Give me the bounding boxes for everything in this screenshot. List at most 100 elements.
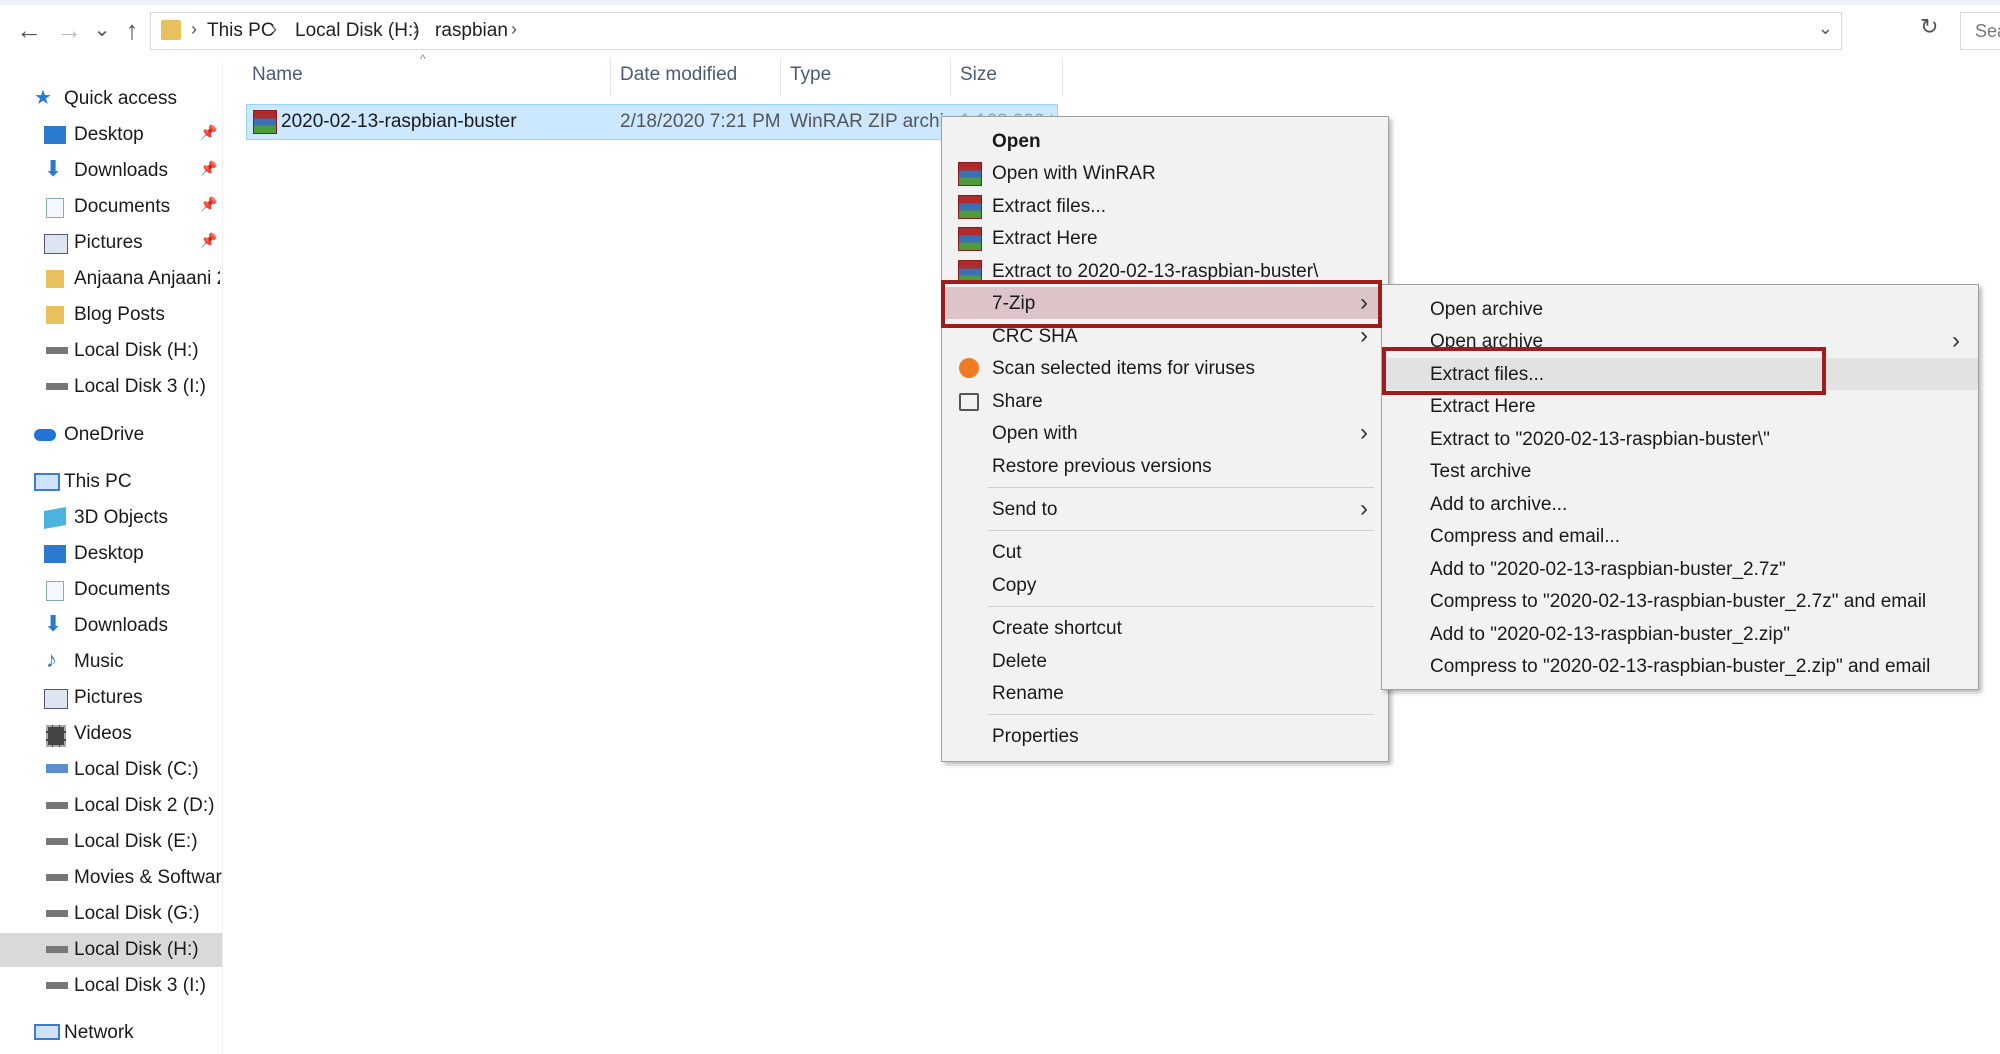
submenu-item-test-archive[interactable]: Test archive [1382,455,1978,487]
sidebar-item-blog-posts[interactable]: Blog Posts [0,298,222,332]
forward-button[interactable]: → [54,14,84,46]
chevron-right-icon: › [413,19,419,39]
submenu-item-open-archive[interactable]: Open archive [1382,293,1978,325]
breadcrumb-raspbian[interactable]: raspbian [435,20,508,42]
menu-item-copy[interactable]: Copy [942,569,1388,601]
column-header-date[interactable]: Date modified [612,56,780,96]
menu-item-open-with-winrar[interactable]: Open with WinRAR [942,157,1388,189]
menu-item-scan-viruses[interactable]: Scan selected items for viruses [942,352,1388,384]
pin-icon[interactable]: 📌 [200,196,217,213]
drive-icon [46,946,68,953]
column-divider[interactable] [780,58,781,96]
music-note-icon: ♪ [46,647,57,672]
file-name: 2020-02-13-raspbian-buster [281,111,517,132]
download-arrow-icon: ⬇ [44,156,63,181]
sidebar-item-local-disk-3-quick[interactable]: Local Disk 3 (I:) [0,370,222,404]
menu-separator [988,714,1374,715]
menu-item-rename[interactable]: Rename [942,677,1388,709]
submenu-item-extract-to[interactable]: Extract to "2020-02-13-raspbian-buster\" [1382,423,1978,455]
sidebar-item-label: Anjaana Anjaani 20 [74,268,220,289]
column-divider[interactable] [1062,58,1063,96]
column-divider[interactable] [950,58,951,96]
up-button[interactable]: ↑ [118,14,146,46]
menu-item-open-with[interactable]: Open with › [942,417,1388,449]
sidebar-item-this-pc[interactable]: This PC [0,465,222,499]
sidebar-item-network[interactable]: Network [0,1016,222,1050]
menu-item-share[interactable]: Share [942,385,1388,417]
sidebar-item-local-disk-3-i[interactable]: Local Disk 3 (I:) [0,969,222,1003]
sidebar-item-local-disk-h-quick[interactable]: Local Disk (H:) [0,334,222,368]
chevron-right-icon: › [271,19,277,39]
menu-item-delete[interactable]: Delete [942,645,1388,677]
sidebar-item-downloads[interactable]: ⬇ Downloads 📌 [0,154,222,188]
sidebar-item-local-disk-e[interactable]: Local Disk (E:) [0,825,222,859]
winrar-icon [958,195,982,219]
menu-item-extract-files-winrar[interactable]: Extract files... [942,190,1388,222]
column-divider[interactable] [610,58,611,96]
breadcrumb-local-disk-h[interactable]: Local Disk (H:) [295,20,420,42]
drive-icon [46,910,68,917]
sidebar-item-label: Network [64,1022,134,1043]
sidebar-item-anjaana-anjaani[interactable]: Anjaana Anjaani 20 [0,262,222,296]
menu-item-send-to[interactable]: Send to › [942,493,1388,525]
address-bar[interactable]: › This PC › Local Disk (H:) › raspbian ›… [150,12,1842,50]
pin-icon[interactable]: 📌 [200,232,217,249]
sidebar-item-local-disk-2-d[interactable]: Local Disk 2 (D:) [0,789,222,823]
back-button[interactable]: ← [14,14,44,46]
sidebar-item-label: Pictures [74,232,143,253]
sidebar-item-label: Desktop [74,124,144,145]
submenu-item-add-to-7z[interactable]: Add to "2020-02-13-raspbian-buster_2.7z" [1382,553,1978,585]
sidebar-item-local-disk-h[interactable]: Local Disk (H:) [0,933,222,967]
documents-icon [46,581,64,601]
sidebar-item-label: Quick access [64,88,177,109]
menu-item-cut[interactable]: Cut [942,536,1388,568]
menu-item-restore-versions[interactable]: Restore previous versions [942,450,1388,482]
sidebar-item-movies-softwares[interactable]: Movies & Softwares [0,861,222,895]
menu-item-open[interactable]: Open [942,125,1388,157]
column-header-type[interactable]: Type [782,56,950,96]
column-header-name[interactable]: Name [246,56,612,96]
menu-item-create-shortcut[interactable]: Create shortcut [942,612,1388,644]
pin-icon[interactable]: 📌 [200,124,217,141]
sidebar-item-3d-objects[interactable]: 3D Objects [0,501,222,535]
column-header-size[interactable]: Size [952,56,1062,96]
winrar-archive-icon [253,110,277,134]
sidebar-item-pictures[interactable]: Pictures 📌 [0,226,222,260]
menu-item-properties[interactable]: Properties [942,720,1388,752]
sidebar-item-quick-access[interactable]: ★ Quick access [0,82,222,116]
submenu-item-compress-7z-email[interactable]: Compress to "2020-02-13-raspbian-buster_… [1382,585,1978,617]
search-input[interactable]: Sea [1960,12,2000,50]
breadcrumb-this-pc[interactable]: This PC [207,20,275,42]
winrar-icon [958,227,982,251]
submenu-item-add-to-archive[interactable]: Add to archive... [1382,488,1978,520]
sidebar-item-pictures-pc[interactable]: Pictures [0,681,222,715]
sidebar-item-documents-pc[interactable]: Documents [0,573,222,607]
sidebar-item-label: Downloads [74,615,168,636]
address-dropdown-icon[interactable]: ⌄ [1818,18,1833,39]
submenu-item-add-to-zip[interactable]: Add to "2020-02-13-raspbian-buster_2.zip… [1382,618,1978,650]
sidebar-item-desktop[interactable]: Desktop 📌 [0,118,222,152]
sidebar-item-label: Videos [74,723,132,744]
refresh-button[interactable]: ↻ [1920,14,1938,40]
submenu-item-compress-email[interactable]: Compress and email... [1382,520,1978,552]
menu-item-extract-here-winrar[interactable]: Extract Here [942,222,1388,254]
sidebar-item-desktop-pc[interactable]: Desktop [0,537,222,571]
pin-icon[interactable]: 📌 [200,160,217,177]
submenu-item-compress-zip-email[interactable]: Compress to "2020-02-13-raspbian-buster_… [1382,650,1978,682]
sidebar-item-onedrive[interactable]: OneDrive [0,418,222,452]
sidebar-item-downloads-pc[interactable]: ⬇ Downloads [0,609,222,643]
highlight-box-7zip [941,280,1382,328]
sidebar-item-music[interactable]: ♪ Music [0,645,222,679]
sidebar-item-label: Movies & Softwares [74,867,222,888]
cloud-icon [34,429,56,441]
sidebar-item-label: Local Disk 3 (I:) [74,975,206,996]
sidebar-item-local-disk-g[interactable]: Local Disk (G:) [0,897,222,931]
sidebar-item-documents[interactable]: Documents 📌 [0,190,222,224]
title-strip [0,0,2000,5]
drive-icon [46,383,68,390]
file-row[interactable]: 2020-02-13-raspbian-buster 2/18/2020 7:2… [246,104,1058,140]
sidebar-item-label: Local Disk (C:) [74,759,199,780]
sidebar-item-local-disk-c[interactable]: Local Disk (C:) [0,753,222,787]
recent-locations-button[interactable]: ⌄ [90,14,114,46]
sidebar-item-videos[interactable]: Videos [0,717,222,751]
